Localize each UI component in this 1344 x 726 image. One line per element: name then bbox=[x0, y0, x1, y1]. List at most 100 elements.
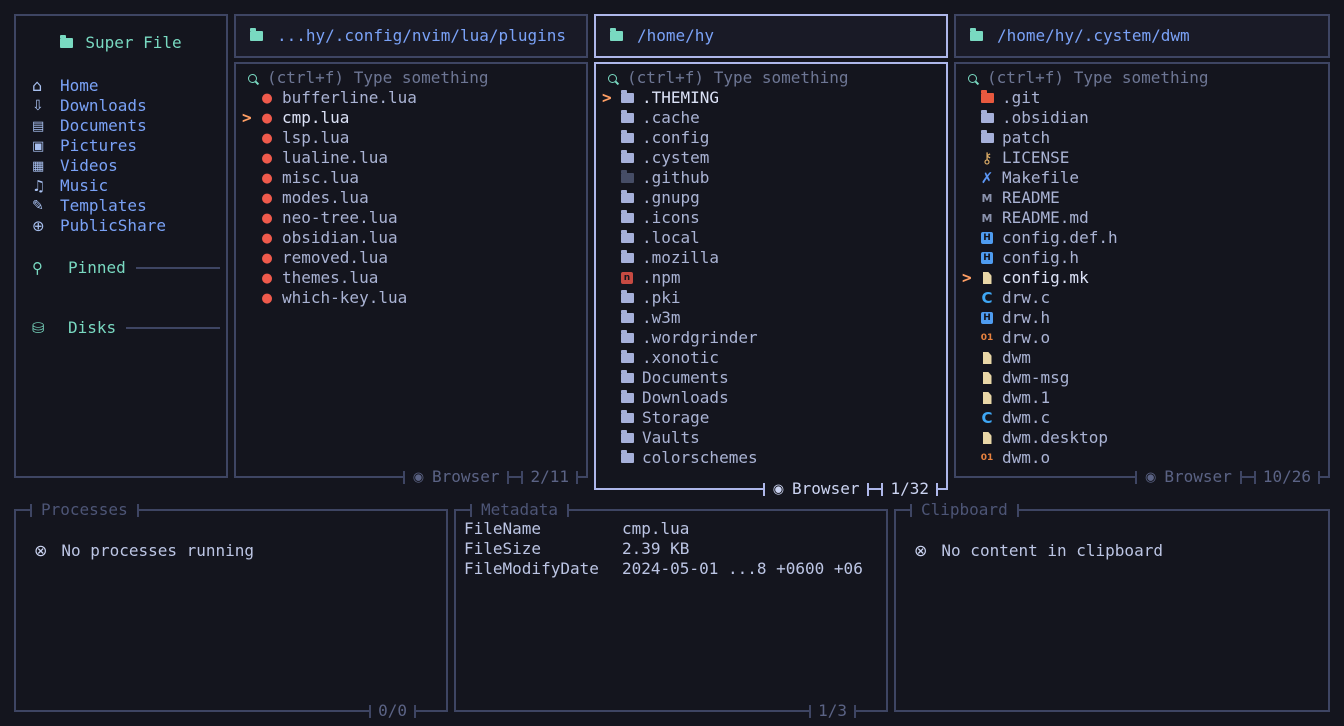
file-row[interactable]: ●obsidian.lua bbox=[236, 228, 586, 248]
file-row[interactable]: >config.mk bbox=[956, 268, 1328, 288]
sidebar-section-pinned[interactable]: ⚲ Pinned bbox=[16, 258, 226, 278]
sidebar-item-videos[interactable]: ▦ Videos bbox=[16, 156, 226, 176]
file-row[interactable]: ●modes.lua bbox=[236, 188, 586, 208]
metadata-rows: FileNamecmp.luaFileSize2.39 KBFileModify… bbox=[464, 519, 886, 579]
make-icon: ✗ bbox=[981, 171, 994, 186]
file-row[interactable]: .config bbox=[596, 128, 946, 148]
file-row[interactable]: Hconfig.def.h bbox=[956, 228, 1328, 248]
sidebar-item-publicshare[interactable]: ⊕PublicShare bbox=[16, 216, 226, 236]
tee-mark bbox=[414, 705, 416, 718]
search-placeholder: (ctrl+f) Type something bbox=[987, 68, 1209, 88]
file-row[interactable]: Storage bbox=[596, 408, 946, 428]
file-name: dwm.1 bbox=[1002, 388, 1050, 408]
file-row[interactable]: MREADME bbox=[956, 188, 1328, 208]
file-row[interactable]: ✗Makefile bbox=[956, 168, 1328, 188]
file-row[interactable]: .xonotic bbox=[596, 348, 946, 368]
file-row[interactable]: 01dwm.o bbox=[956, 448, 1328, 468]
file-row[interactable]: .local bbox=[596, 228, 946, 248]
sidebar-section-disks[interactable]: ⛁ Disks bbox=[16, 318, 226, 338]
sidebar-item-documents[interactable]: ▤Documents bbox=[16, 116, 226, 136]
file-row[interactable]: Documents bbox=[596, 368, 946, 388]
file-row[interactable]: Vaults bbox=[596, 428, 946, 448]
file-row[interactable]: ●lsp.lua bbox=[236, 128, 586, 148]
file-row[interactable]: ●themes.lua bbox=[236, 268, 586, 288]
file-row[interactable]: .pki bbox=[596, 288, 946, 308]
file-row[interactable]: .icons bbox=[596, 208, 946, 228]
panel-path-header[interactable]: /home/hy bbox=[594, 14, 948, 58]
file-row[interactable]: ●lualine.lua bbox=[236, 148, 586, 168]
metadata-label: FileName bbox=[464, 519, 622, 539]
file-row[interactable]: .cache bbox=[596, 108, 946, 128]
sidebar-item-label: Pictures bbox=[60, 136, 137, 156]
panel-plugins: ...hy/.config/nvim/lua/plugins (ctrl+f) … bbox=[234, 14, 588, 478]
lua-file-icon: ● bbox=[261, 292, 272, 305]
metadata-value: cmp.lua bbox=[622, 519, 689, 539]
sidebar-item-home[interactable]: ⌂Home bbox=[16, 76, 226, 96]
file-row[interactable]: ●removed.lua bbox=[236, 248, 586, 268]
file-row[interactable]: >.THEMING bbox=[596, 88, 946, 108]
file-row[interactable]: .mozilla bbox=[596, 248, 946, 268]
sidebar-item-music[interactable]: ♫Music bbox=[16, 176, 226, 196]
obj-file-icon: 01 bbox=[981, 454, 994, 463]
sidebar-item-pictures[interactable]: ▣Pictures bbox=[16, 136, 226, 156]
footer-count: 1/32 bbox=[883, 479, 936, 499]
search-bar[interactable]: (ctrl+f) Type something bbox=[596, 68, 946, 88]
file-row[interactable]: >●cmp.lua bbox=[236, 108, 586, 128]
file-name: obsidian.lua bbox=[282, 228, 398, 248]
file-row[interactable]: ●neo-tree.lua bbox=[236, 208, 586, 228]
file-row[interactable]: Hconfig.h bbox=[956, 248, 1328, 268]
file-name: dwm bbox=[1002, 348, 1031, 368]
obj-file-icon: 01 bbox=[981, 334, 994, 343]
file-row[interactable]: .git bbox=[956, 88, 1328, 108]
sidebar-item-templates[interactable]: ✎Templates bbox=[16, 196, 226, 216]
search-bar[interactable]: (ctrl+f) Type something bbox=[236, 68, 586, 88]
app-title-row: Super File bbox=[16, 30, 226, 56]
sidebar-item-downloads[interactable]: ⇩Downloads bbox=[16, 96, 226, 116]
doc-file-icon bbox=[983, 432, 992, 444]
file-row[interactable]: .gnupg bbox=[596, 188, 946, 208]
file-row[interactable]: n.npm bbox=[596, 268, 946, 288]
file-row[interactable]: dwm bbox=[956, 348, 1328, 368]
file-row[interactable]: Downloads bbox=[596, 388, 946, 408]
metadata-row: FileNamecmp.lua bbox=[464, 519, 886, 539]
file-row[interactable]: ●which-key.lua bbox=[236, 288, 586, 308]
file-row[interactable]: .wordgrinder bbox=[596, 328, 946, 348]
file-name: config.h bbox=[1002, 248, 1079, 268]
h-file-icon: H bbox=[981, 252, 993, 264]
file-row[interactable]: 01drw.o bbox=[956, 328, 1328, 348]
sidebar-item-label: Videos bbox=[60, 156, 118, 176]
file-row[interactable]: .cystem bbox=[596, 148, 946, 168]
file-row[interactable]: MREADME.md bbox=[956, 208, 1328, 228]
search-bar[interactable]: (ctrl+f) Type something bbox=[956, 68, 1328, 88]
folder-icon bbox=[621, 193, 634, 203]
git-folder-icon bbox=[981, 93, 994, 103]
file-row[interactable]: dwm.desktop bbox=[956, 428, 1328, 448]
videos-icon: ▦ bbox=[32, 160, 52, 173]
file-row[interactable]: .obsidian bbox=[956, 108, 1328, 128]
file-row[interactable]: ●bufferline.lua bbox=[236, 88, 586, 108]
file-row[interactable]: ⚷LICENSE bbox=[956, 148, 1328, 168]
cross-circle-icon: ⊗ bbox=[914, 543, 927, 559]
file-name: .xonotic bbox=[642, 348, 719, 368]
file-row[interactable]: Hdrw.h bbox=[956, 308, 1328, 328]
file-row[interactable]: .github bbox=[596, 168, 946, 188]
file-row[interactable]: colorschemes bbox=[596, 448, 946, 468]
file-row[interactable]: patch bbox=[956, 128, 1328, 148]
file-row[interactable]: .w3m bbox=[596, 308, 946, 328]
panel-path-header[interactable]: ...hy/.config/nvim/lua/plugins bbox=[234, 14, 588, 58]
file-row[interactable]: Cdwm.c bbox=[956, 408, 1328, 428]
app-title: Super File bbox=[85, 33, 181, 53]
file-name: README bbox=[1002, 188, 1060, 208]
file-name: .gnupg bbox=[642, 188, 700, 208]
file-row[interactable]: Cdrw.c bbox=[956, 288, 1328, 308]
sidebar-item-label: Home bbox=[60, 76, 99, 96]
clipboard-empty-message: ⊗ No content in clipboard bbox=[914, 541, 1328, 561]
file-row[interactable]: ●misc.lua bbox=[236, 168, 586, 188]
panel-path-header[interactable]: /home/hy/.cystem/dwm bbox=[954, 14, 1330, 58]
tee-mark bbox=[854, 705, 856, 718]
file-row[interactable]: dwm.1 bbox=[956, 388, 1328, 408]
file-name: .pki bbox=[642, 288, 681, 308]
folder-icon bbox=[621, 93, 634, 103]
file-name: .icons bbox=[642, 208, 700, 228]
file-row[interactable]: dwm-msg bbox=[956, 368, 1328, 388]
